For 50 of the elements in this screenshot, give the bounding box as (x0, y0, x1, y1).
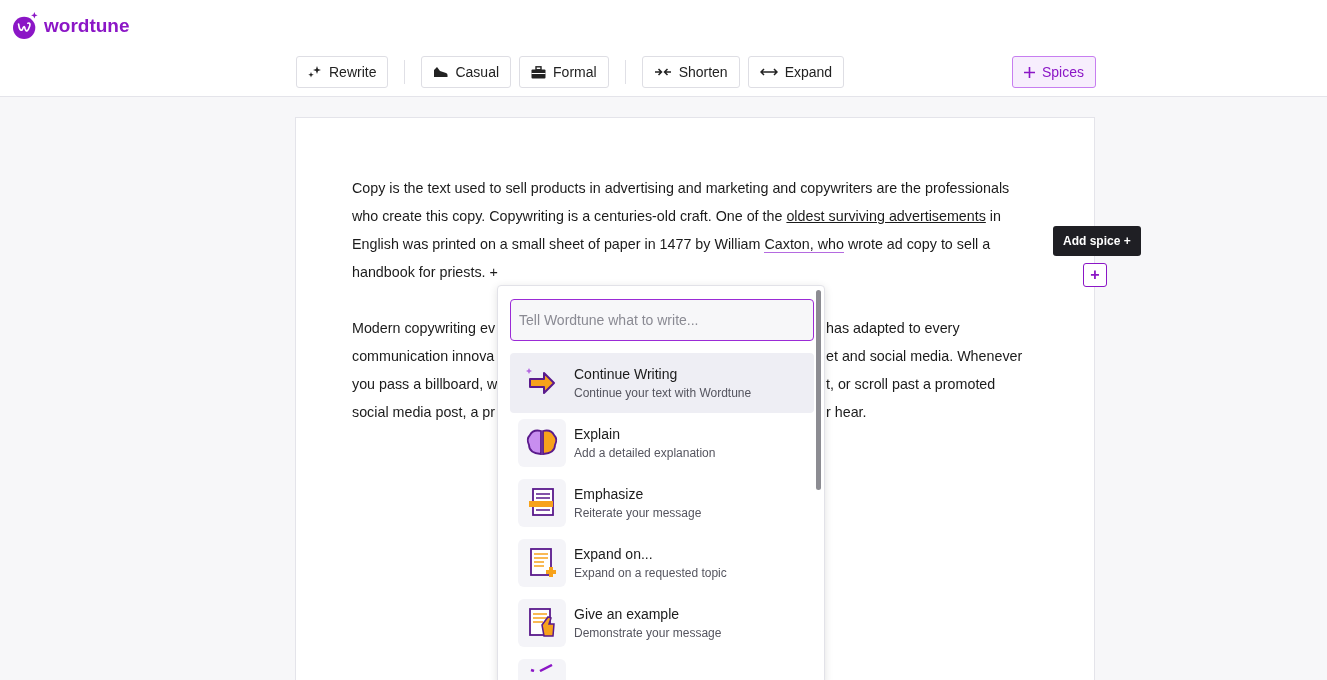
menu-item-title: Emphasize (574, 486, 645, 502)
paragraph-text: English was printed on a small sheet of paper in 1477 by William (352, 236, 762, 252)
menu-item[interactable]: Emphasize Reiterate your message (510, 473, 814, 533)
brand-name: wordtune (44, 15, 130, 37)
menu-item-description: Demonstrate your message (574, 626, 722, 640)
menu-item[interactable]: Give an example Demonstrate your message (510, 593, 814, 653)
toolbar-button[interactable]: Expand (747, 56, 845, 88)
paragraph-text: et and social media. Whenever (826, 347, 1023, 366)
paragraph-text: Modern copywriting ev (352, 319, 496, 338)
arrows-out-icon (759, 67, 778, 77)
shoe-icon (433, 66, 449, 78)
insert-marker[interactable]: + (489, 264, 498, 280)
toolbar-button[interactable]: Rewrite (296, 56, 389, 88)
text-link[interactable]: oldest surviving advertisements (786, 208, 986, 224)
menu-item-description: Reiterate your message (574, 506, 702, 520)
paragraph-text: who create this copy. Copywriting is a centuries-old craft. One of the (352, 208, 784, 224)
paragraph-text: t, or scroll past a promoted (826, 375, 996, 394)
plus-icon (1023, 66, 1035, 78)
paragraph-text: Copy is the text used to sell products in advertising and marketing and copywriters are the professionals (352, 180, 1010, 196)
scrollbar[interactable] (816, 290, 821, 490)
paragraph-text: has adapted to every (826, 319, 960, 338)
menu-item-title: Continue Writing (574, 366, 679, 382)
add-spice-tooltip: Add spice + (1053, 226, 1141, 256)
toolbar-button[interactable]: Shorten (641, 56, 740, 88)
add-spice-button[interactable]: + (1083, 263, 1107, 287)
paragraph-text: wrote ad copy to sell a (846, 236, 991, 252)
prompt-field[interactable]: Tell Wordtune what to write... (510, 299, 814, 341)
wordtune-logo-icon (13, 11, 39, 41)
paragraph-text: r hear. (826, 403, 867, 422)
paragraph-text: handbook for priests. (352, 264, 486, 280)
arrows-in-icon (653, 67, 672, 77)
menu-item-description: Add a detailed explanation (574, 446, 716, 460)
paragraph-text: you pass a billboard, w (352, 375, 498, 394)
menu-item-description: Expand on a requested topic (574, 566, 727, 580)
toolbar-button[interactable]: Formal (519, 56, 609, 88)
sparkles-icon (308, 65, 322, 79)
menu-item[interactable]: Expand on... Expand on a requested topic (510, 533, 814, 593)
paragraph-text: in (988, 208, 1001, 224)
menu-item-title: Expand on... (574, 546, 654, 562)
paragraph-text: social media post, a pr (352, 403, 496, 422)
menu-item-description: Continue your text with Wordtune (574, 386, 752, 400)
menu-item[interactable]: Explain Add a detailed explanation (510, 413, 814, 473)
menu-item[interactable]: Continue Writing Continue your text with Wordtune (510, 353, 814, 413)
menu-item-title: Explain (574, 426, 621, 442)
highlighted-text[interactable]: Caxton, who (764, 236, 844, 253)
briefcase-icon (531, 65, 547, 79)
toolbar-button[interactable]: Casual (421, 56, 512, 88)
paragraph-text: communication innova (352, 347, 495, 366)
spices-button[interactable]: Spices (1011, 56, 1096, 88)
menu-item-title: Give an example (574, 606, 681, 622)
